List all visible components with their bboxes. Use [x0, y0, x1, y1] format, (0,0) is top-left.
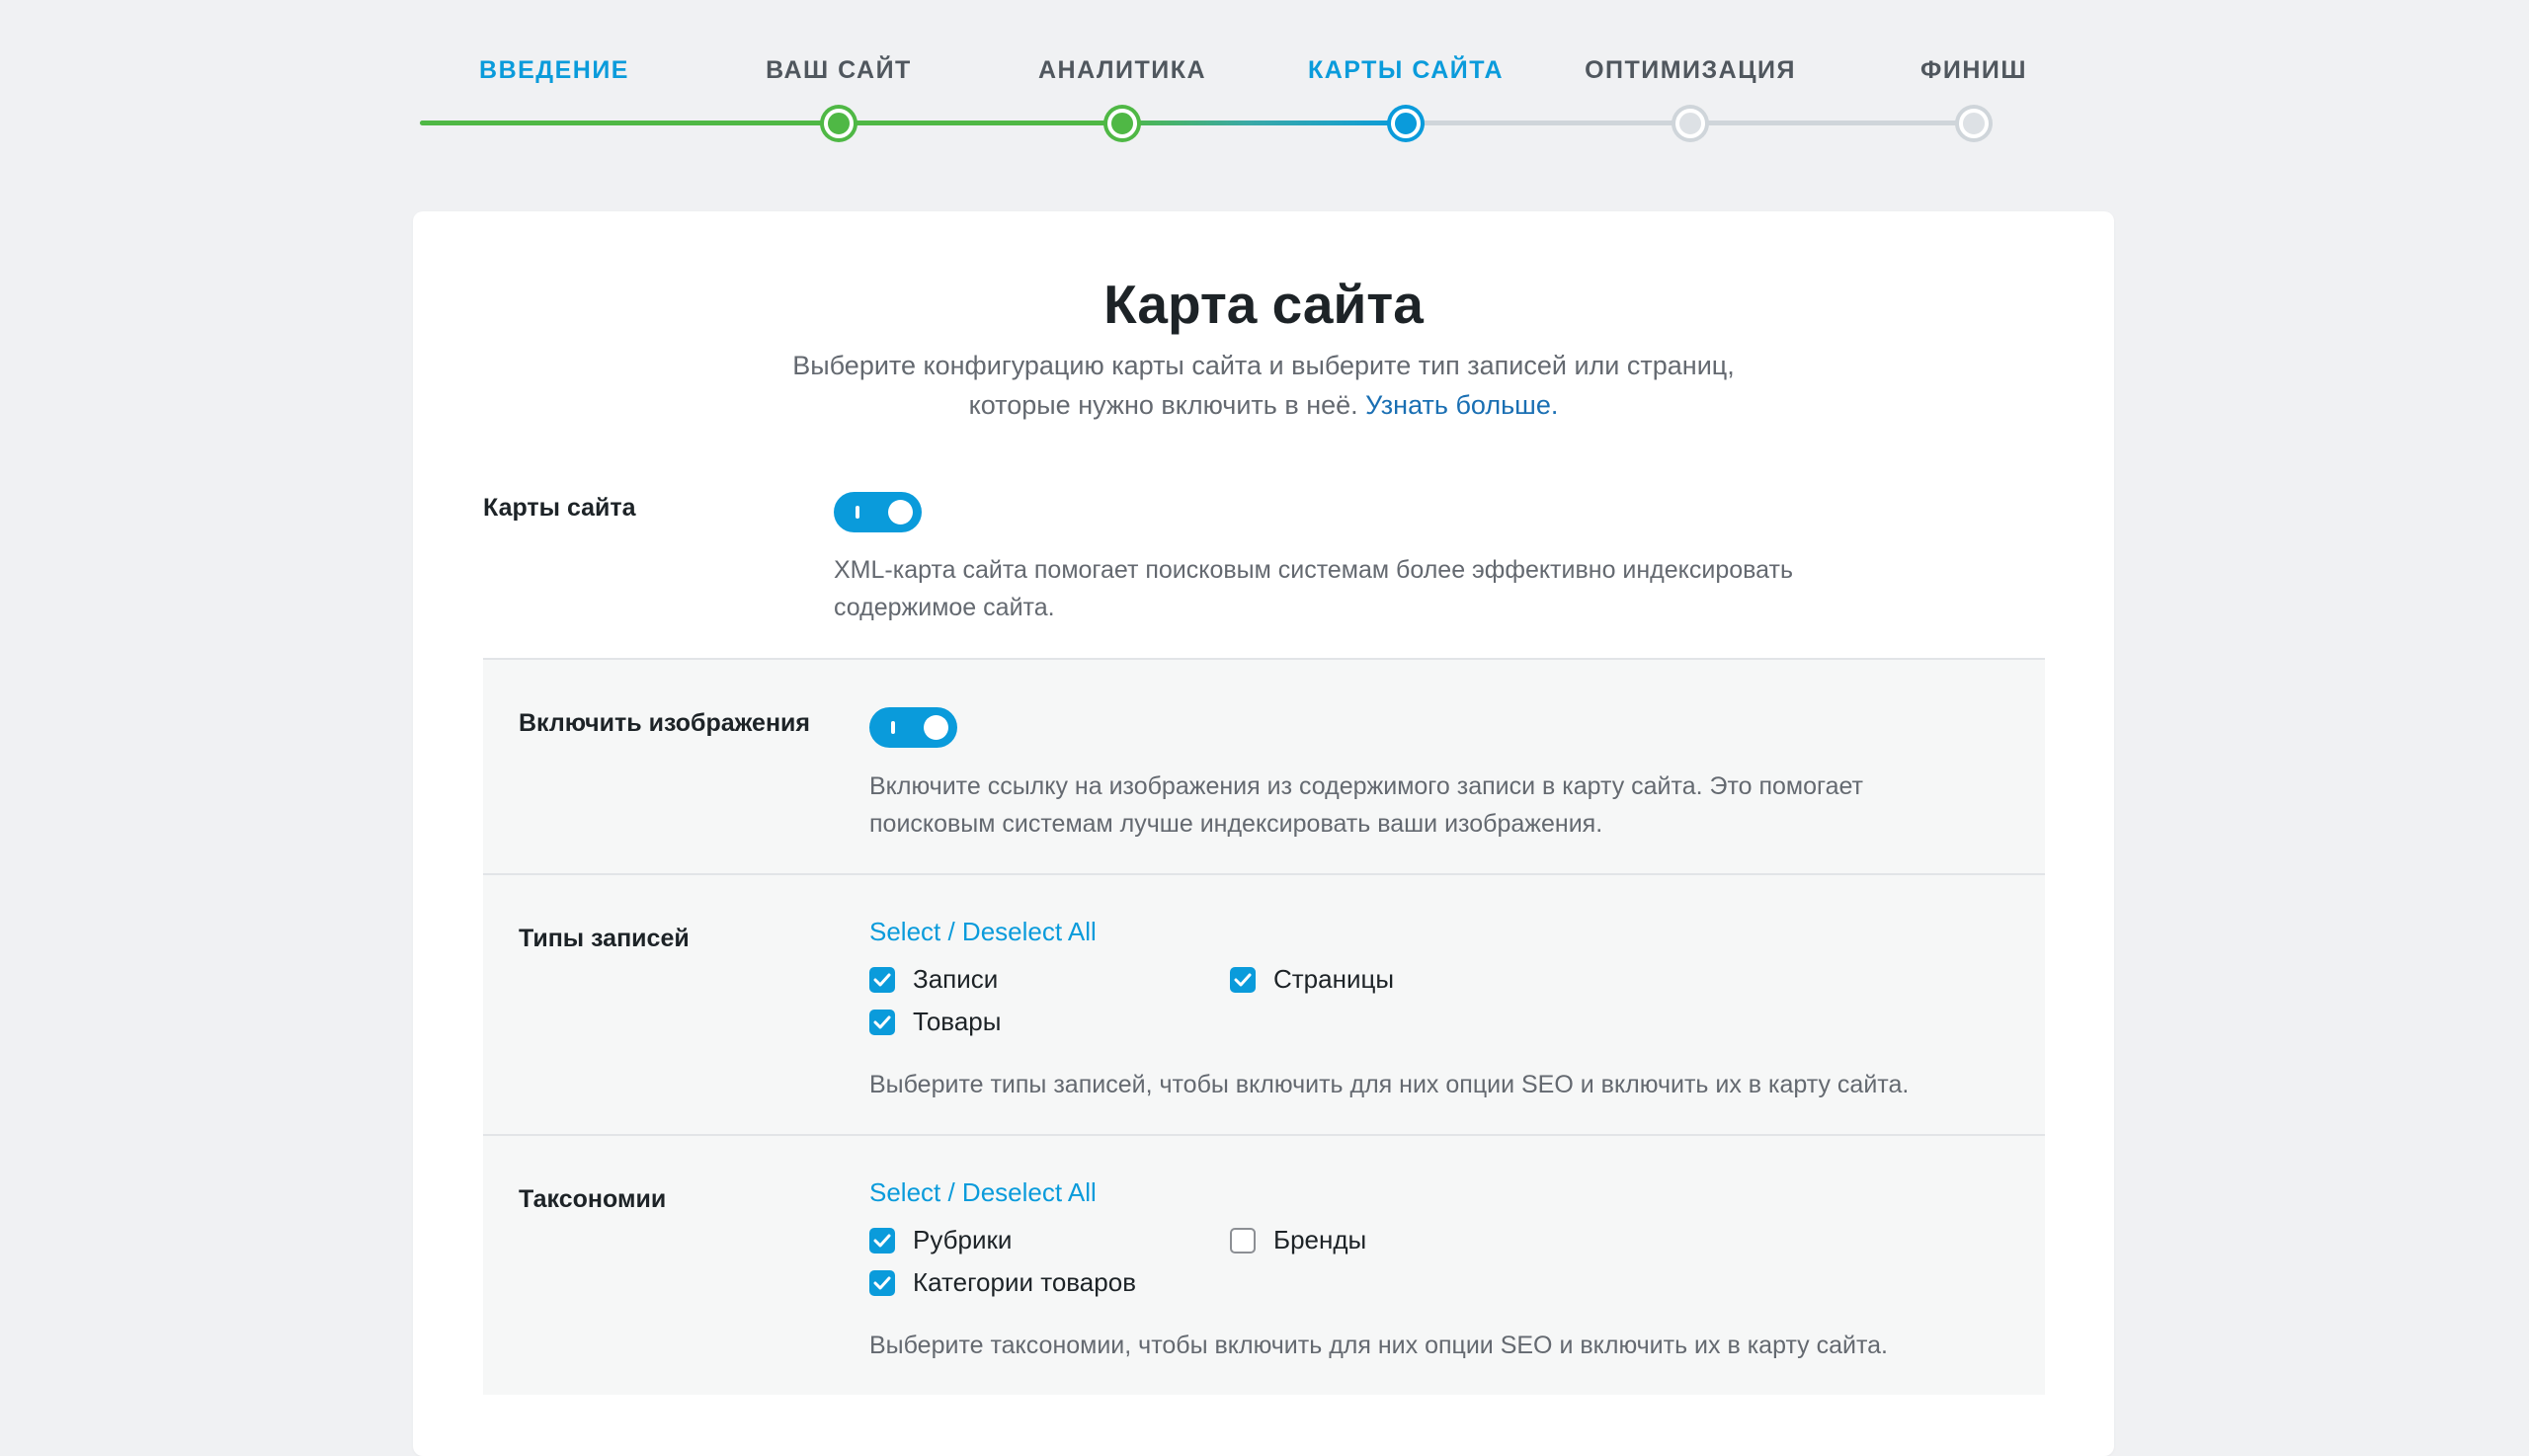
sitemaps-description-line-1: XML-карта сайта помогает поисковым систе… [834, 556, 1793, 584]
subtitle-line-1: Выберите конфигурацию карты сайта и выбе… [792, 351, 1735, 380]
step-finish[interactable]: ФИНИШ [1920, 56, 2027, 85]
page-subtitle: Выберите конфигурацию карты сайта и выбе… [413, 346, 2114, 425]
sitemaps-label: Карты сайта [483, 494, 636, 522]
taxonomies-select-all-link[interactable]: Select / Deselect All [869, 1177, 1097, 1208]
step-optimization[interactable]: ОПТИМИЗАЦИЯ [1585, 56, 1796, 85]
learn-more-link[interactable]: Узнать больше. [1365, 390, 1558, 420]
sitemaps-toggle[interactable] [834, 492, 922, 532]
sitemaps-description: XML-карта сайта помогает поисковым систе… [834, 551, 1793, 626]
checkbox-checked-icon [1230, 966, 1256, 993]
step-analytics-dot [1107, 109, 1137, 138]
post-type-pages-label: Страницы [1273, 964, 1395, 994]
post-type-pages-checkbox[interactable]: Страницы [1230, 964, 1394, 995]
step-optimization-dot [1675, 109, 1705, 138]
post-type-posts-label: Записи [913, 964, 999, 994]
post-types-select-all-link[interactable]: Select / Deselect All [869, 917, 1097, 947]
taxonomy-categories-label: Рубрики [913, 1225, 1013, 1254]
post-types-description: Выберите типы записей, чтобы включить дл… [869, 1071, 1910, 1098]
taxonomy-product-categories-label: Категории товаров [913, 1267, 1137, 1297]
stepper-track-completed [420, 121, 1121, 125]
taxonomies-label: Таксономии [519, 1185, 667, 1213]
step-your-site-dot [824, 109, 854, 138]
step-finish-dot [1959, 109, 1989, 138]
include-images-label: Включить изображения [519, 709, 811, 737]
toggle-on-indicator [856, 506, 859, 519]
sitemap-settings-card: Карта сайта Выберите конфигурацию карты … [413, 211, 2114, 1456]
include-images-description: Включите ссылку на изображения из содерж… [869, 768, 1863, 843]
post-type-products-label: Товары [913, 1007, 1002, 1036]
taxonomies-description: Выберите таксономии, чтобы включить для … [869, 1332, 1889, 1359]
subtitle-line-2: которые нужно включить в неё. [968, 390, 1358, 420]
post-type-products-checkbox[interactable]: Товары [869, 1007, 1001, 1037]
step-analytics[interactable]: АНАЛИТИКА [1038, 56, 1206, 85]
checkbox-checked-icon [869, 1227, 895, 1254]
step-sitemaps[interactable]: КАРТЫ САЙТА [1308, 56, 1504, 85]
post-type-posts-checkbox[interactable]: Записи [869, 964, 998, 995]
sitemaps-description-line-2: содержимое сайта. [834, 594, 1055, 621]
taxonomy-brands-label: Бренды [1273, 1225, 1367, 1254]
taxonomy-brands-checkbox[interactable]: Бренды [1230, 1225, 1366, 1255]
post-types-label: Типы записей [519, 925, 690, 952]
checkbox-unchecked-icon [1230, 1227, 1256, 1254]
setup-wizard-stepper: ВВЕДЕНИЕ ВАШ САЙТ АНАЛИТИКА КАРТЫ САЙТА … [0, 0, 2529, 158]
step-intro[interactable]: ВВЕДЕНИЕ [479, 56, 629, 85]
page-title: Карта сайта [1103, 274, 1424, 335]
toggle-on-indicator [891, 721, 895, 734]
toggle-knob [888, 500, 913, 525]
taxonomies-section: Таксономии Select / Deselect All Рубрики… [483, 1134, 2045, 1395]
include-images-description-line-2: поисковым системам лучше индексировать в… [869, 810, 1603, 838]
stepper-track-progress [1121, 121, 1405, 125]
checkbox-checked-icon [869, 966, 895, 993]
post-types-section: Типы записей Select / Deselect All Запис… [483, 873, 2045, 1134]
taxonomy-categories-checkbox[interactable]: Рубрики [869, 1225, 1012, 1255]
include-images-toggle[interactable] [869, 707, 957, 748]
checkbox-checked-icon [869, 1269, 895, 1296]
taxonomy-product-categories-checkbox[interactable]: Категории товаров [869, 1267, 1136, 1298]
include-images-section: Включить изображения Включите ссылку на … [483, 658, 2045, 873]
checkbox-checked-icon [869, 1009, 895, 1035]
include-images-description-line-1: Включите ссылку на изображения из содерж… [869, 772, 1864, 800]
toggle-knob [924, 715, 948, 740]
step-your-site[interactable]: ВАШ САЙТ [766, 56, 912, 85]
step-sitemaps-dot [1391, 109, 1421, 138]
